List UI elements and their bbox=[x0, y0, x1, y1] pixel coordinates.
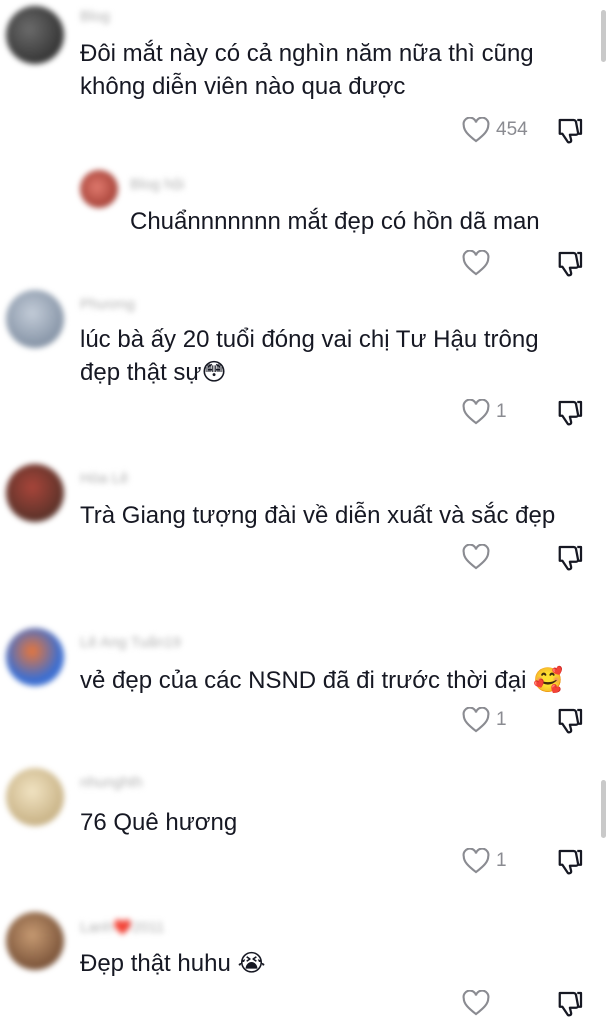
scrollbar-thumb[interactable] bbox=[601, 780, 606, 838]
comment-text: Đẹp thật huhu 😭 bbox=[80, 950, 266, 977]
heart-icon bbox=[462, 117, 490, 143]
comment-username[interactable]: Blog bbox=[80, 8, 110, 25]
dislike-button[interactable] bbox=[556, 988, 586, 1018]
heart-icon bbox=[462, 399, 490, 425]
comment-username[interactable]: Hòa Lê bbox=[80, 470, 128, 487]
like-button[interactable]: 454 bbox=[462, 115, 528, 145]
dislike-button[interactable] bbox=[556, 705, 586, 735]
dislike-button[interactable] bbox=[556, 115, 586, 145]
like-button[interactable] bbox=[462, 248, 496, 278]
like-count: 454 bbox=[496, 119, 528, 140]
like-count: 1 bbox=[496, 709, 507, 730]
thumbs-down-icon bbox=[558, 251, 583, 277]
avatar[interactable] bbox=[6, 768, 64, 826]
heart-icon bbox=[462, 707, 490, 733]
thumbs-down-icon bbox=[558, 118, 583, 144]
comment-username[interactable]: Blog hội bbox=[130, 176, 184, 193]
like-count: 1 bbox=[496, 401, 507, 422]
avatar[interactable] bbox=[6, 464, 64, 522]
avatar[interactable] bbox=[80, 170, 118, 208]
comment-text: Chuẩnnnnnnn mắt đẹp có hồn dã man bbox=[130, 208, 540, 235]
heart-icon bbox=[462, 990, 490, 1016]
like-button[interactable] bbox=[462, 988, 496, 1018]
dislike-button[interactable] bbox=[556, 397, 586, 427]
thumbs-down-icon bbox=[558, 545, 583, 571]
comment-text: Trà Giang tượng đài về diễn xuất và sắc … bbox=[80, 502, 556, 529]
comment-text: 76 Quê hương bbox=[80, 809, 238, 836]
like-button[interactable] bbox=[462, 542, 496, 572]
dislike-button[interactable] bbox=[556, 542, 586, 572]
avatar[interactable] bbox=[6, 912, 64, 970]
comment-username[interactable]: nhunghth bbox=[80, 774, 143, 791]
avatar[interactable] bbox=[6, 290, 64, 348]
heart-icon bbox=[462, 848, 490, 874]
comment-text: Đôi mắt này có cả nghìn năm nữa thì cũng… bbox=[80, 40, 534, 100]
comment-username[interactable]: Lanh❤️2011 bbox=[80, 918, 164, 936]
comment-text: vẻ đẹp của các NSND đã đi trước thời đại… bbox=[80, 667, 563, 694]
heart-icon bbox=[462, 544, 490, 570]
dislike-button[interactable] bbox=[556, 248, 586, 278]
like-button[interactable]: 1 bbox=[462, 397, 507, 427]
thumbs-down-icon bbox=[558, 849, 583, 875]
thumbs-down-icon bbox=[558, 991, 583, 1017]
comment-text: lúc bà ấy 20 tuổi đóng vai chị Tư Hậu tr… bbox=[80, 326, 539, 386]
scrollbar-top[interactable] bbox=[601, 10, 606, 62]
avatar[interactable] bbox=[6, 628, 64, 686]
comment-username[interactable]: Phương bbox=[80, 296, 135, 313]
thumbs-down-icon bbox=[558, 708, 583, 734]
like-button[interactable]: 1 bbox=[462, 705, 507, 735]
dislike-button[interactable] bbox=[556, 846, 586, 876]
like-count: 1 bbox=[496, 850, 507, 871]
thumbs-down-icon bbox=[558, 400, 583, 426]
comment-username[interactable]: Lê Ang Tuấn19 bbox=[80, 634, 181, 651]
heart-icon bbox=[462, 250, 490, 276]
avatar[interactable] bbox=[6, 6, 64, 64]
like-button[interactable]: 1 bbox=[462, 846, 507, 876]
